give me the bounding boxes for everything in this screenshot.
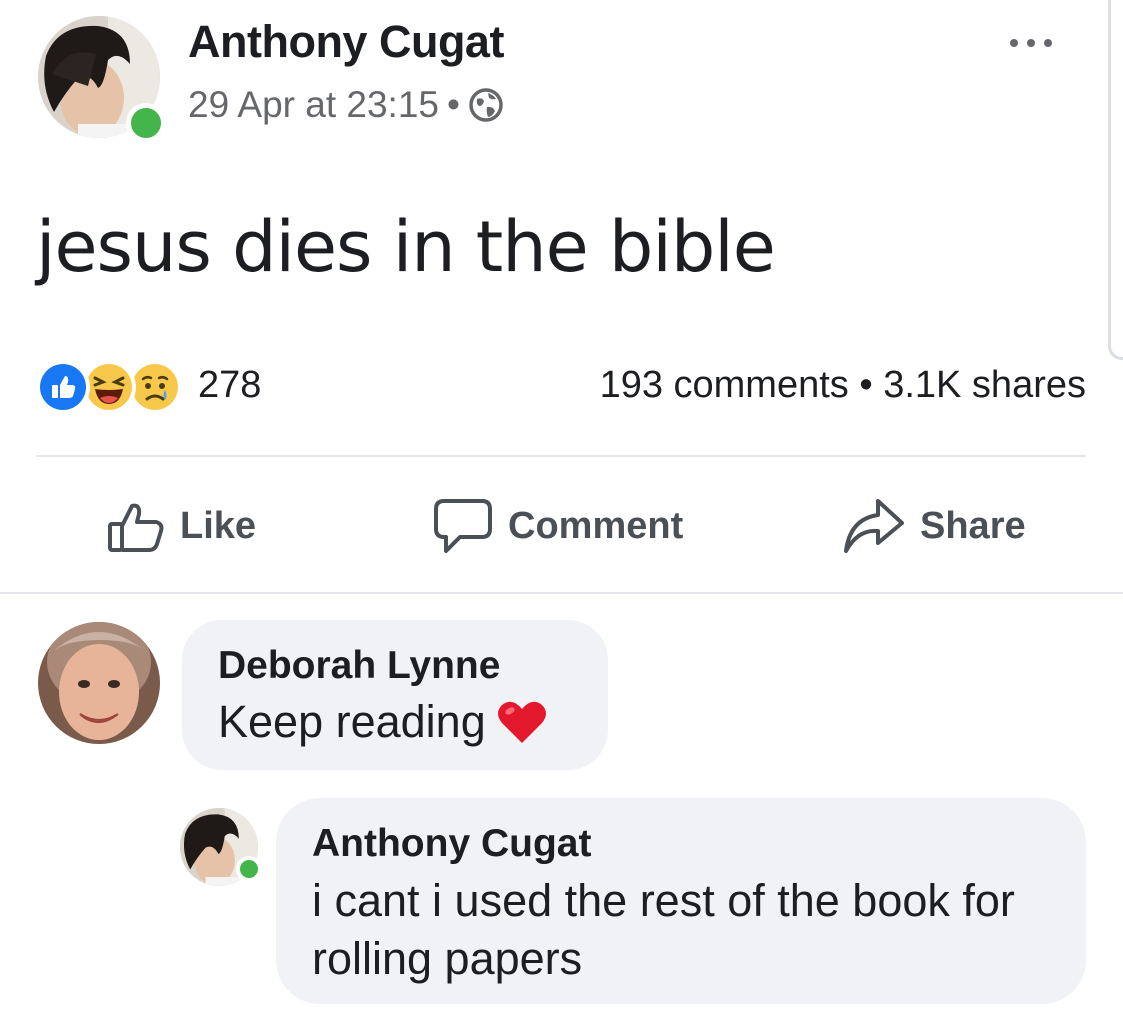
post-author-name[interactable]: Anthony Cugat [188,16,504,68]
divider [0,592,1123,594]
meta-separator: • [446,84,460,125]
online-status-indicator [236,856,262,882]
like-label: Like [180,504,257,547]
comments-shares-count[interactable]: 193 comments • 3.1K shares [600,364,1086,407]
comment-author-name[interactable]: Deborah Lynne [218,644,500,688]
reply-text: i cant i used the rest of the book for r… [312,875,1015,984]
more-options-icon[interactable] [1010,28,1070,58]
reaction-count[interactable]: 278 [198,364,261,407]
reactions-summary[interactable] [36,360,182,414]
share-button[interactable]: Share [842,498,1026,554]
thumbs-up-icon [106,498,166,554]
divider [36,455,1086,457]
post-text: jesus dies in the bible [36,206,776,288]
sad-reaction-icon [128,360,182,414]
comment-bubble-icon [432,497,494,555]
heart-icon [496,699,548,745]
comment-text-content: Keep reading [218,696,486,747]
share-arrow-icon [842,497,906,555]
scrollbar [1108,0,1123,360]
reply-author-name[interactable]: Anthony Cugat [312,822,591,866]
globe-icon [468,87,504,123]
comment-label: Comment [508,504,684,547]
like-button[interactable]: Like [106,498,256,554]
like-reaction-icon [36,360,90,414]
comment-button[interactable]: Comment [432,498,683,554]
online-status-indicator [126,103,166,143]
haha-reaction-icon [82,360,136,414]
avatar-photo [38,622,160,744]
commenter-avatar[interactable] [38,622,160,744]
post-meta: 29 Apr at 23:15 • [188,84,504,126]
share-label: Share [920,504,1026,547]
post-timestamp[interactable]: 29 Apr at 23:15 [188,84,439,126]
comment-text: Keep reading [218,696,548,748]
